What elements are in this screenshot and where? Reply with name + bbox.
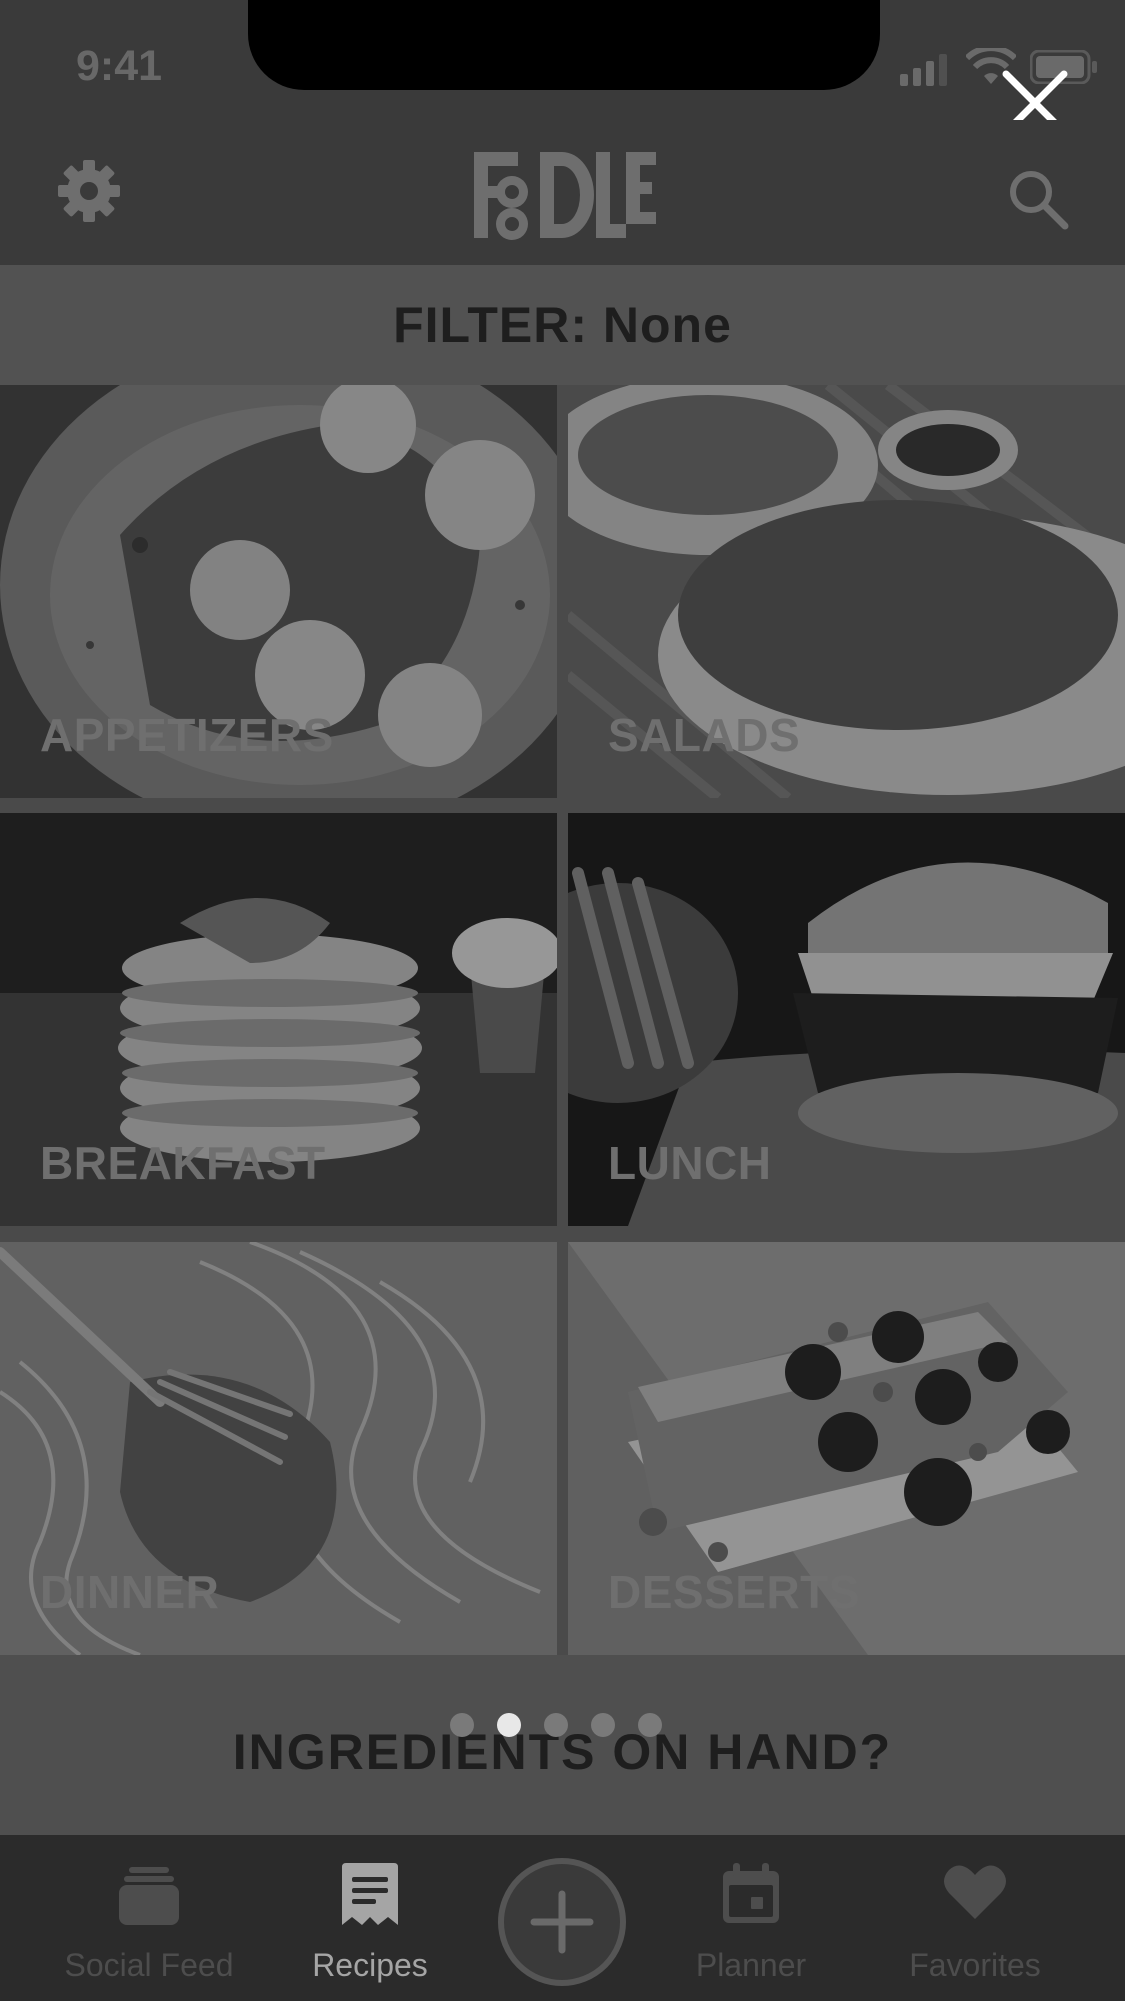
- status-time: 9:41: [76, 42, 163, 90]
- category-label: BREAKFAST: [40, 1137, 326, 1189]
- plus-icon: [530, 1890, 594, 1954]
- gear-icon[interactable]: [56, 158, 122, 224]
- app-header: [0, 120, 1125, 265]
- page-dot[interactable]: [497, 1713, 521, 1737]
- category-tile-lunch[interactable]: LUNCH: [568, 813, 1125, 1226]
- tab-label: Recipes: [312, 1947, 428, 1983]
- filter-bar[interactable]: FILTER: None: [0, 265, 1125, 385]
- page-dot[interactable]: [450, 1713, 474, 1737]
- page-dot[interactable]: [638, 1713, 662, 1737]
- category-label: DESSERTS: [608, 1566, 860, 1618]
- page-dot[interactable]: [544, 1713, 568, 1737]
- category-tile-salads[interactable]: SALADS: [568, 385, 1125, 798]
- stack-icon: [119, 1867, 179, 1925]
- tab-planner[interactable]: Planner: [641, 1835, 861, 2001]
- category-label: LUNCH: [608, 1137, 772, 1189]
- tab-recipes[interactable]: Recipes: [260, 1835, 480, 2001]
- tab-label: Favorites: [909, 1947, 1041, 1983]
- tab-favorites[interactable]: Favorites: [865, 1835, 1085, 2001]
- filter-label: FILTER: None: [393, 297, 732, 353]
- category-label: SALADS: [608, 709, 801, 761]
- tab-label: Planner: [695, 1947, 807, 1983]
- ingredients-on-hand-bar[interactable]: INGREDIENTS ON HAND?: [0, 1655, 1125, 1835]
- category-tile-dinner[interactable]: DINNER: [0, 1242, 557, 1655]
- page-dot[interactable]: [591, 1713, 615, 1737]
- search-icon[interactable]: [1005, 166, 1071, 232]
- category-label: APPETIZERS: [40, 709, 334, 761]
- recipe-card-icon: [342, 1863, 398, 1925]
- signal-icon: [900, 54, 947, 86]
- tab-social-feed[interactable]: Social Feed: [39, 1835, 259, 2001]
- tab-label: Social Feed: [64, 1947, 234, 1983]
- recipes-screen: 9:41 FILTER: None APPETIZERS SALADS BREA…: [0, 0, 1125, 2001]
- calendar-icon: [723, 1863, 779, 1923]
- category-label: DINNER: [40, 1566, 220, 1618]
- heart-icon: [944, 1865, 1006, 1919]
- foodle-logo: [474, 152, 656, 240]
- status-bar: 9:41: [0, 0, 1125, 120]
- notch: [248, 0, 880, 90]
- category-grid: APPETIZERS SALADS BREAKFAST LUNCH DINNER…: [0, 385, 1125, 1655]
- category-tile-appetizers[interactable]: APPETIZERS: [0, 385, 557, 798]
- category-tile-breakfast[interactable]: BREAKFAST: [0, 813, 557, 1226]
- category-tile-desserts[interactable]: DESSERTS: [568, 1242, 1125, 1655]
- add-recipe-button[interactable]: [498, 1858, 626, 1986]
